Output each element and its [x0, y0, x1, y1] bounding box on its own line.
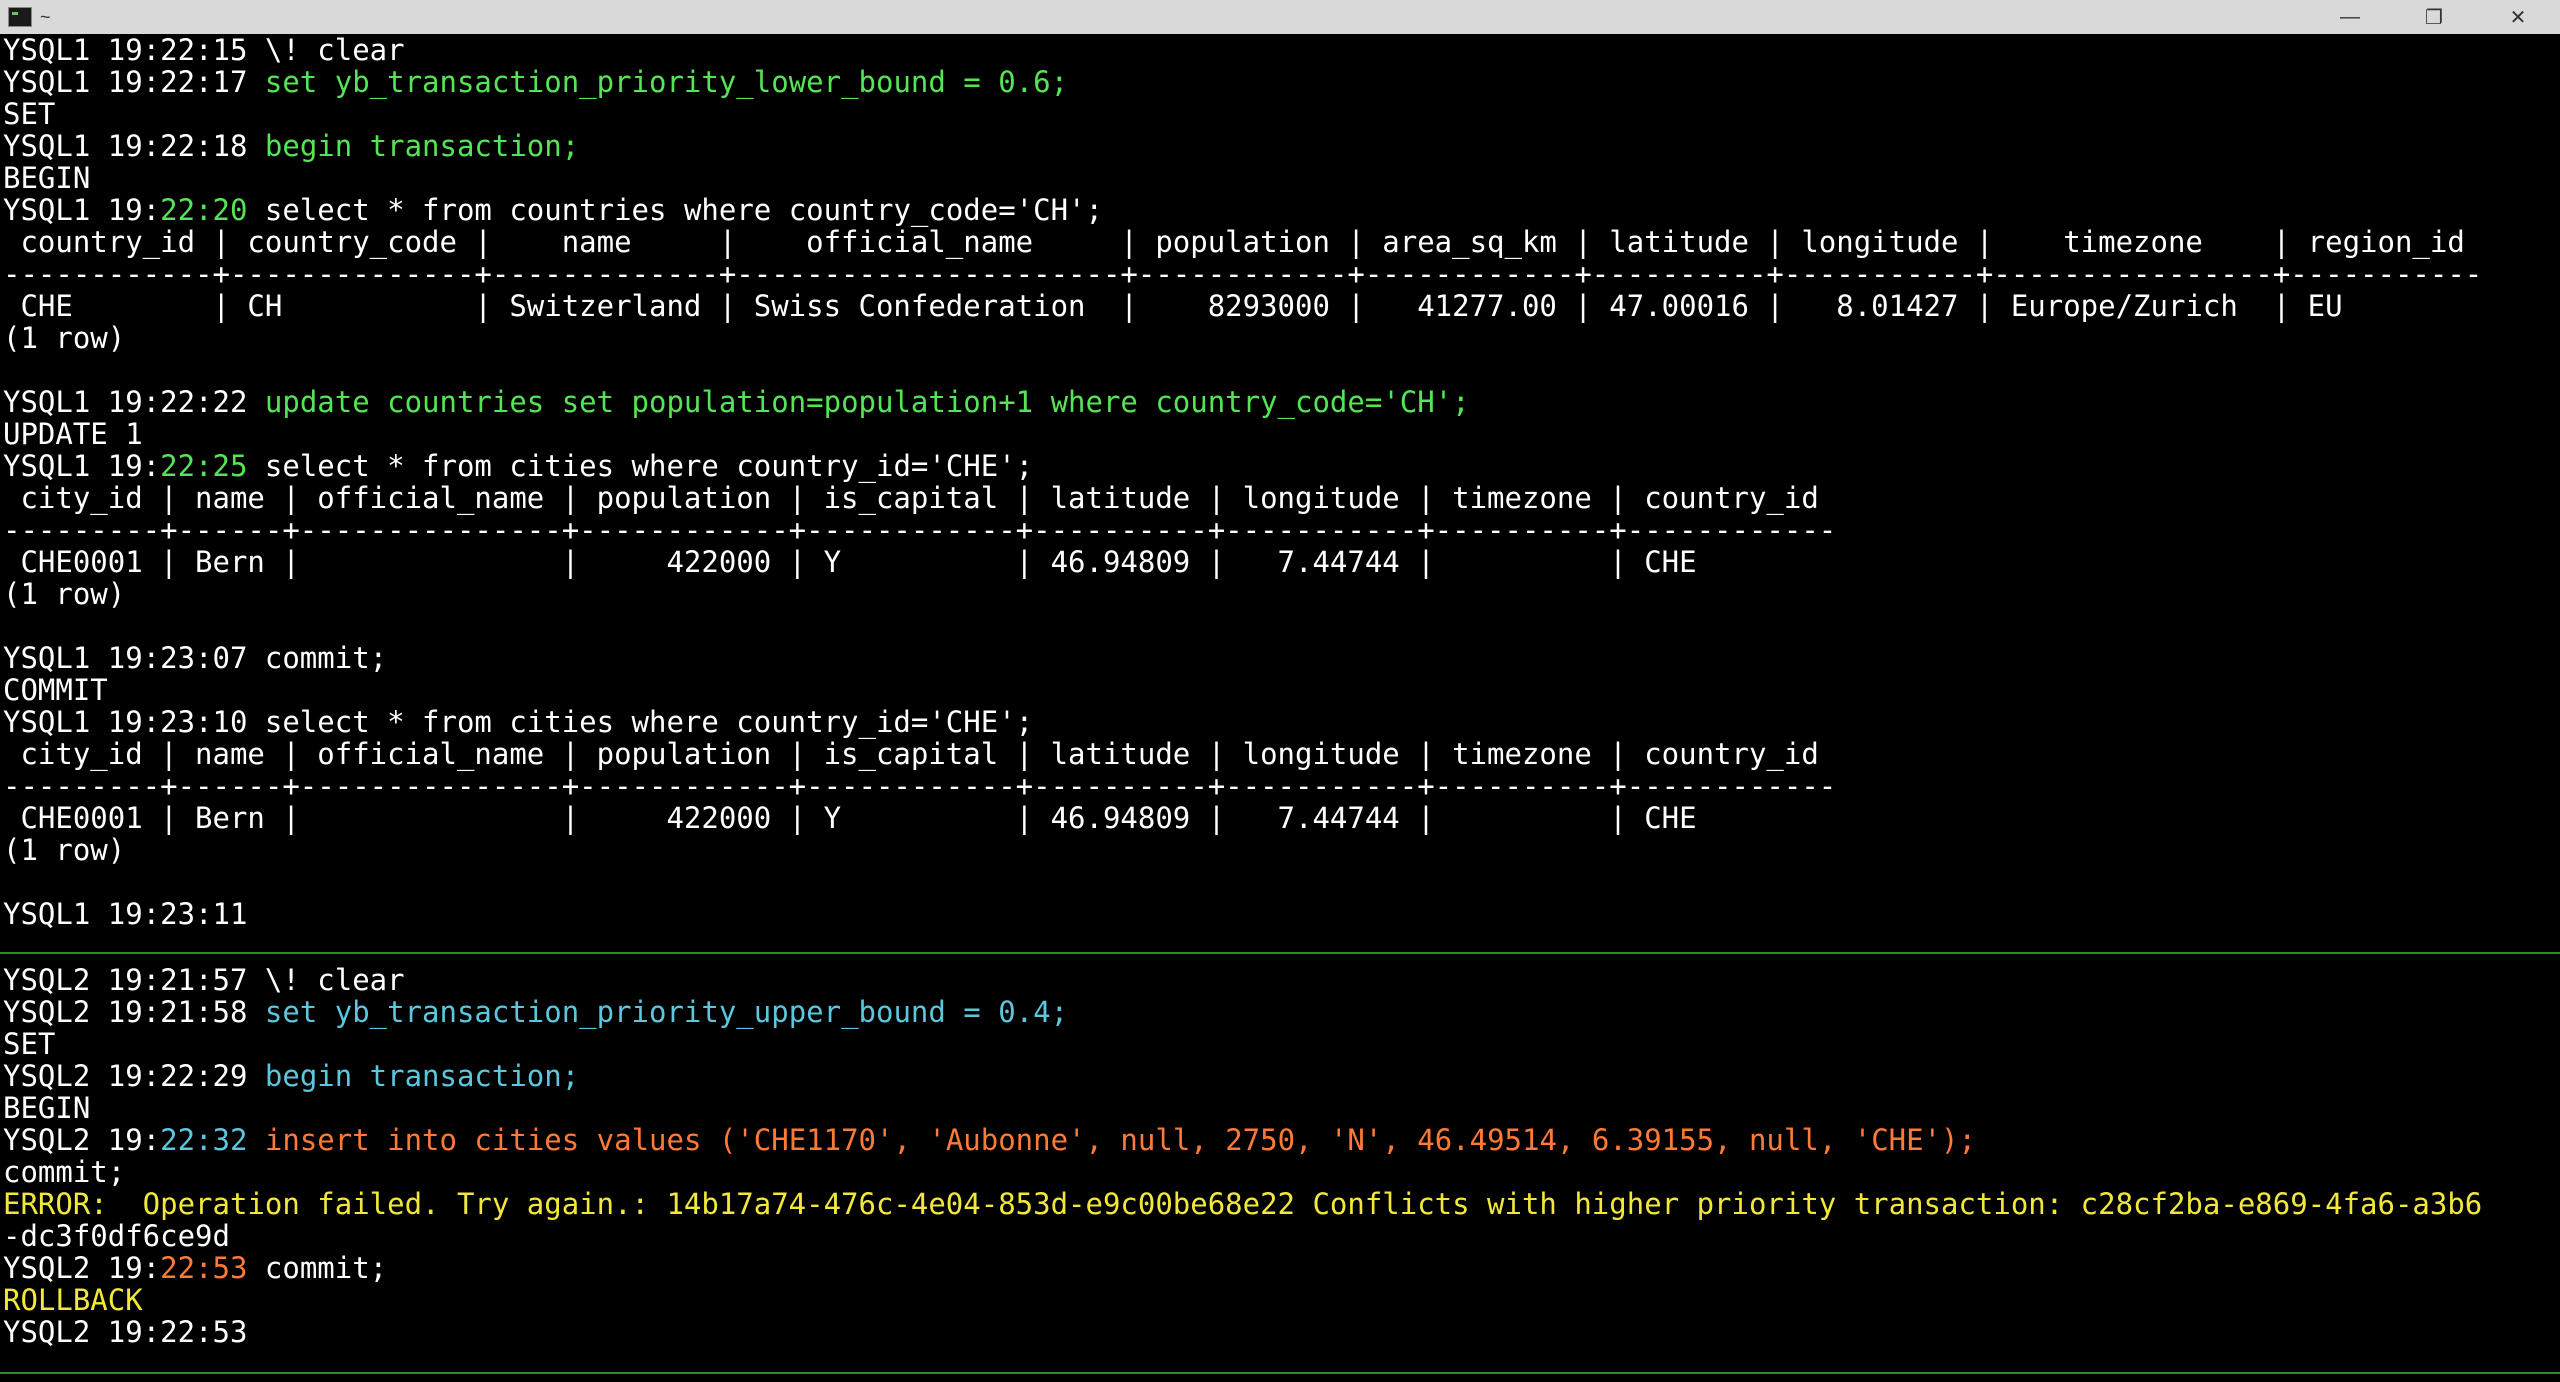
command: \! clear [264, 963, 405, 997]
command: set yb_transaction_priority_upper_bound … [264, 995, 1069, 1029]
window-title: ~ [40, 6, 51, 27]
maximize-button[interactable]: ❐ [2392, 0, 2476, 34]
terminal-line: YSQL1 19:22:15 \! clear [3, 34, 405, 66]
prompt: YSQL2 19:21:58 [3, 995, 265, 1029]
row-count: (1 row) [3, 833, 126, 867]
terminal-area[interactable]: YSQL1 19:22:15 \! clear YSQL1 19:22:17 s… [0, 34, 2560, 1382]
terminal-line: YSQL1 19:22:17 set yb_transaction_priori… [3, 66, 1068, 98]
result-divider: ---------+------+---------------+-------… [3, 769, 1837, 803]
prompt-time: 22:53 [160, 1251, 248, 1285]
terminal-line: YSQL2 19:22:32 insert into cities values… [3, 1124, 1976, 1156]
prompt: YSQL1 19:22:18 [3, 129, 265, 163]
terminal-line: YSQL2 19:22:53 commit; [3, 1252, 387, 1284]
terminal-line: YSQL1 19:22:25 select * from cities wher… [3, 450, 1033, 482]
command: set yb_transaction_priority_lower_bound … [264, 65, 1069, 99]
result-divider: ------------+--------------+------------… [3, 257, 2483, 291]
terminal-line: YSQL2 19:21:58 set yb_transaction_priori… [3, 996, 1068, 1028]
prompt: YSQL2 19:21:57 [3, 963, 265, 997]
terminal-line: YSQL1 19:22:20 select * from countries w… [3, 194, 1103, 226]
result-row: CHE | CH | Switzerland | Swiss Confedera… [3, 289, 2343, 323]
command: update countries set population=populati… [264, 385, 1470, 419]
pane-separator[interactable] [0, 952, 2560, 954]
command: insert into cities values ('CHE1170', 'A… [264, 1123, 1976, 1157]
window-controls: — ❐ ✕ [2308, 0, 2560, 34]
terminal-line: BEGIN [3, 161, 91, 195]
terminal-line: COMMIT [3, 673, 108, 707]
pane-separator[interactable] [0, 1372, 2560, 1374]
result-divider: ---------+------+---------------+-------… [3, 513, 1837, 547]
prompt: YSQL1 19:22:22 [3, 385, 265, 419]
prompt: YSQL1 19:22:17 [3, 65, 265, 99]
prompt: YSQL1 19:22:15 [3, 34, 265, 67]
terminal-line: YSQL2 19:21:57 \! clear [3, 964, 405, 996]
close-button[interactable]: ✕ [2476, 0, 2560, 34]
terminal-app-icon [8, 7, 32, 27]
prompt-time: 22:32 [160, 1123, 248, 1157]
row-count: (1 row) [3, 321, 126, 355]
error-message-continued: -dc3f0df6ce9d [3, 1219, 230, 1253]
result-header: city_id | name | official_name | populat… [3, 737, 1819, 771]
prompt-time: 22:25 [160, 449, 248, 483]
rollback-status: ROLLBACK [3, 1283, 143, 1317]
result-row: CHE0001 | Bern | | 422000 | Y | 46.94809… [3, 801, 1697, 835]
prompt: YSQL2 19: [3, 1251, 161, 1285]
minimize-button[interactable]: — [2308, 0, 2392, 34]
prompt: YSQL1 19: [3, 449, 161, 483]
command: begin transaction; [264, 1059, 580, 1093]
command: \! clear [264, 34, 405, 67]
terminal-line: commit; [3, 1155, 126, 1189]
prompt: YSQL2 19:22:29 [3, 1059, 265, 1093]
command: commit; [247, 1251, 388, 1285]
command: begin transaction; [264, 129, 580, 163]
terminal-line: YSQL1 19:23:07 commit; [3, 641, 388, 675]
command: select * from cities where country_id='C… [247, 449, 1034, 483]
prompt-time: 22:20 [160, 193, 248, 227]
prompt: YSQL2 19: [3, 1123, 161, 1157]
terminal-line: YSQL1 19:22:18 begin transaction; [3, 130, 579, 162]
terminal-line: SET [3, 97, 56, 131]
terminal-line: SET [3, 1027, 56, 1061]
terminal-line: YSQL1 19:23:10 select * from cities wher… [3, 705, 1034, 739]
terminal-line: UPDATE 1 [3, 417, 143, 451]
current-prompt: YSQL2 19:22:53 [3, 1315, 248, 1349]
terminal-line: YSQL1 19:22:22 update countries set popu… [3, 386, 1470, 418]
terminal-line: BEGIN [3, 1091, 91, 1125]
terminal-line: YSQL2 19:22:29 begin transaction; [3, 1060, 579, 1092]
command: select * from countries where country_co… [247, 193, 1103, 227]
result-header: city_id | name | official_name | populat… [3, 481, 1819, 515]
error-message: ERROR: Operation failed. Try again.: 14b… [3, 1187, 2483, 1221]
window-titlebar[interactable]: ~ — ❐ ✕ [0, 0, 2560, 34]
current-prompt: YSQL1 19:23:11 [3, 897, 248, 931]
prompt: YSQL1 19: [3, 193, 161, 227]
result-row: CHE0001 | Bern | | 422000 | Y | 46.94809… [3, 545, 1697, 579]
row-count: (1 row) [3, 577, 126, 611]
result-header: country_id | country_code | name | offic… [3, 225, 2465, 259]
